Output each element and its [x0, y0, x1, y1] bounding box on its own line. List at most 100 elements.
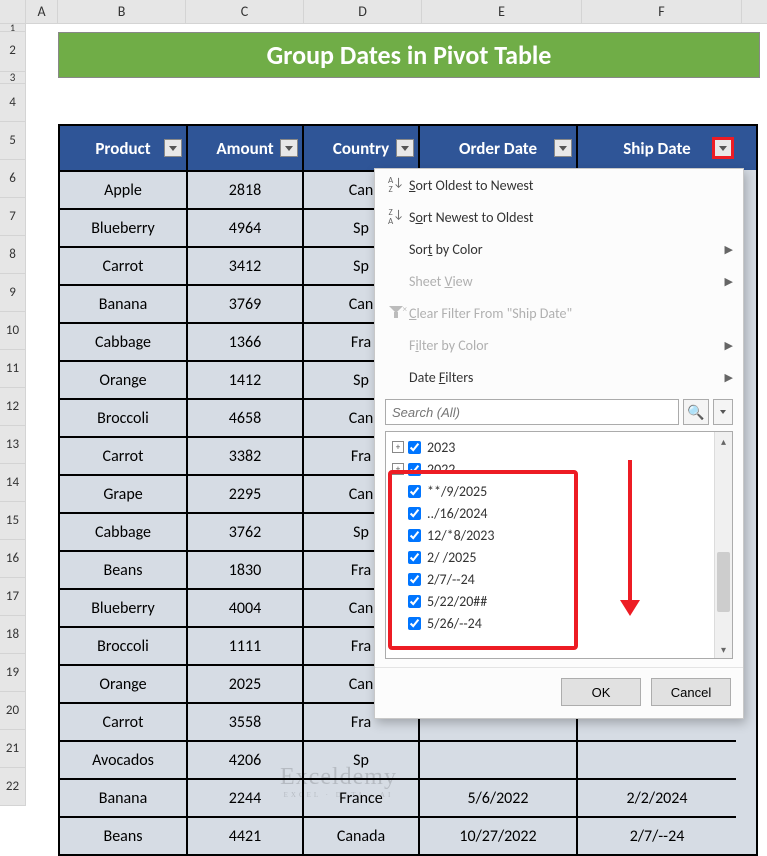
row-header-16[interactable]: 16	[0, 540, 26, 578]
filter-search-input[interactable]	[385, 399, 679, 425]
cell[interactable]: 2818	[188, 170, 304, 208]
cell[interactable]: Broccoli	[60, 398, 188, 436]
filter-item[interactable]: 12/*8/2023	[392, 524, 708, 546]
cell[interactable]: Avocados	[60, 740, 188, 778]
row-header-10[interactable]: 10	[0, 312, 26, 350]
expand-icon[interactable]: +	[392, 441, 404, 453]
filter-checkbox[interactable]	[408, 507, 421, 520]
menu-sort-newest[interactable]: ZA↓ Sort Newest to Oldest	[375, 201, 743, 233]
row-header-15[interactable]: 15	[0, 502, 26, 540]
cell[interactable]: Grape	[60, 474, 188, 512]
cell[interactable]: 3558	[188, 702, 304, 740]
row-header-5[interactable]: 5	[0, 122, 26, 160]
row-header-14[interactable]: 14	[0, 464, 26, 502]
cell[interactable]: 4421	[188, 816, 304, 854]
header-country[interactable]: Country	[304, 126, 420, 170]
cell[interactable]: 1830	[188, 550, 304, 588]
col-header-C[interactable]: C	[186, 0, 304, 23]
cell[interactable]: 10/27/2022	[420, 816, 578, 854]
menu-sort-by-color[interactable]: Sort by Color ▶	[375, 233, 743, 265]
search-options-dropdown[interactable]	[713, 399, 733, 425]
cell[interactable]: Orange	[60, 360, 188, 398]
cell[interactable]: 1111	[188, 626, 304, 664]
row-header-4[interactable]: 4	[0, 84, 26, 122]
filter-dropdown-country[interactable]	[396, 139, 414, 157]
filter-item[interactable]: ../16/2024	[392, 502, 708, 524]
cell[interactable]: 2244	[188, 778, 304, 816]
col-header-B[interactable]: B	[58, 0, 186, 23]
scroll-up-icon[interactable]: ▴	[715, 432, 732, 450]
filter-item[interactable]: +2023	[392, 436, 708, 458]
row-header-20[interactable]: 20	[0, 692, 26, 730]
scrollbar[interactable]: ▴ ▾	[714, 432, 732, 658]
row-header-17[interactable]: 17	[0, 578, 26, 616]
cell[interactable]: Carrot	[60, 246, 188, 284]
header-amount[interactable]: Amount	[188, 126, 304, 170]
col-header-A[interactable]: A	[26, 0, 58, 23]
cell[interactable]: 2295	[188, 474, 304, 512]
cell[interactable]	[420, 740, 578, 778]
table-row[interactable]: Beans4421Canada10/27/20222/7/--24	[60, 816, 756, 854]
filter-checkbox[interactable]	[408, 551, 421, 564]
cell[interactable]: 4004	[188, 588, 304, 626]
menu-date-filters[interactable]: Date Filters ▶	[375, 361, 743, 393]
cell[interactable]: Cabbage	[60, 322, 188, 360]
col-header-D[interactable]: D	[304, 0, 422, 23]
row-header-13[interactable]: 13	[0, 426, 26, 464]
cell[interactable]: 5/6/2022	[420, 778, 578, 816]
cell[interactable]: 2025	[188, 664, 304, 702]
cell[interactable]: Cabbage	[60, 512, 188, 550]
header-order-date[interactable]: Order Date	[420, 126, 578, 170]
cell[interactable]: 2/7/--24	[578, 816, 736, 854]
cell[interactable]: 1366	[188, 322, 304, 360]
row-header-3[interactable]: 3	[0, 72, 26, 84]
filter-dropdown-amount[interactable]	[280, 139, 298, 157]
cell[interactable]: 3382	[188, 436, 304, 474]
header-ship-date[interactable]: Ship Date	[578, 126, 736, 170]
cell[interactable]: 4964	[188, 208, 304, 246]
cell[interactable]: Blueberry	[60, 588, 188, 626]
cell[interactable]: 3762	[188, 512, 304, 550]
row-header-9[interactable]: 9	[0, 274, 26, 312]
cancel-button[interactable]: Cancel	[651, 678, 731, 706]
row-header-18[interactable]: 18	[0, 616, 26, 654]
cell[interactable]: 2/2/2024	[578, 778, 736, 816]
scroll-thumb[interactable]	[717, 552, 730, 612]
expand-icon[interactable]: +	[392, 463, 404, 475]
cell[interactable]: France	[304, 778, 420, 816]
select-all-corner[interactable]	[0, 0, 26, 23]
row-header-2[interactable]: 2	[0, 32, 26, 72]
col-header-F[interactable]: F	[582, 0, 742, 23]
col-header-E[interactable]: E	[422, 0, 582, 23]
header-product[interactable]: Product	[60, 126, 188, 170]
cell[interactable]: 3769	[188, 284, 304, 322]
cell[interactable]: 1412	[188, 360, 304, 398]
row-header-1[interactable]: 1	[0, 24, 26, 32]
cell[interactable]: Blueberry	[60, 208, 188, 246]
filter-item[interactable]: 5/26/--24	[392, 612, 708, 634]
cell[interactable]: Orange	[60, 664, 188, 702]
scroll-down-icon[interactable]: ▾	[715, 640, 732, 658]
filter-checkbox[interactable]	[408, 573, 421, 586]
row-header-8[interactable]: 8	[0, 236, 26, 274]
table-row[interactable]: Avocados4206Sp	[60, 740, 756, 778]
cell[interactable]: 3412	[188, 246, 304, 284]
cell[interactable]: Beans	[60, 550, 188, 588]
row-header-11[interactable]: 11	[0, 350, 26, 388]
filter-dropdown-ship-date[interactable]	[714, 139, 732, 157]
row-header-12[interactable]: 12	[0, 388, 26, 426]
filter-item[interactable]: 2/7/--24	[392, 568, 708, 590]
filter-checkbox[interactable]	[408, 441, 421, 454]
cell[interactable]: Banana	[60, 284, 188, 322]
row-header-7[interactable]: 7	[0, 198, 26, 236]
filter-item[interactable]: 5/22/20##	[392, 590, 708, 612]
cell[interactable]: Carrot	[60, 702, 188, 740]
cell[interactable]: Carrot	[60, 436, 188, 474]
cell[interactable]: 4206	[188, 740, 304, 778]
search-icon[interactable]: 🔍	[683, 399, 709, 425]
menu-sort-oldest[interactable]: AZ↓ Sort Oldest to Newest	[375, 169, 743, 201]
cell[interactable]: Banana	[60, 778, 188, 816]
filter-checkbox[interactable]	[408, 529, 421, 542]
filter-checkbox[interactable]	[408, 617, 421, 630]
table-row[interactable]: Banana2244France5/6/20222/2/2024	[60, 778, 756, 816]
